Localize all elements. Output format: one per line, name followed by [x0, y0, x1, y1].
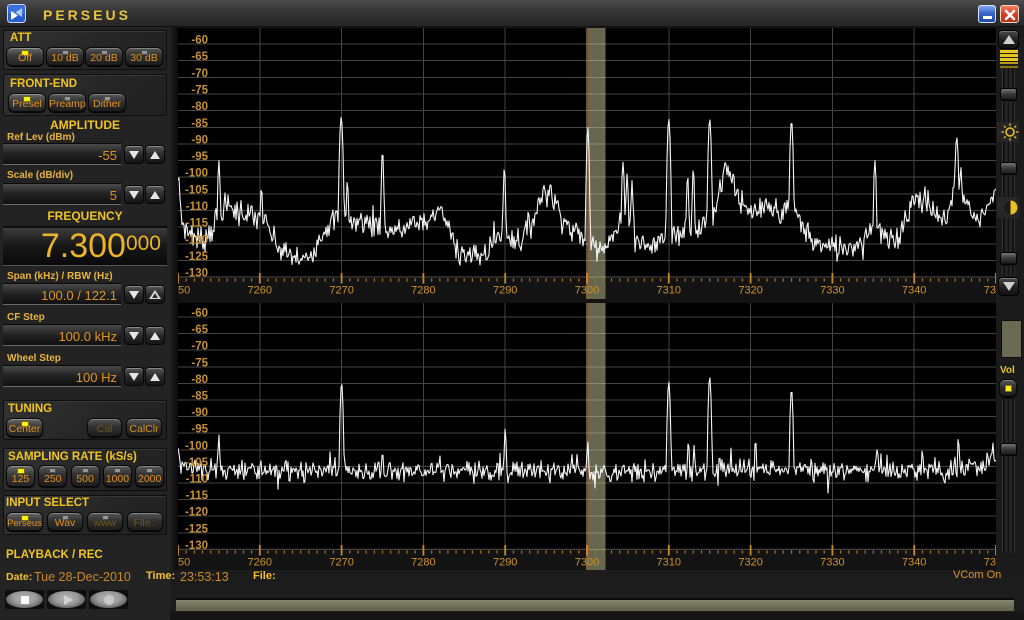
svg-text:7310: 7310	[657, 285, 681, 297]
svg-text:7350: 7350	[984, 557, 996, 569]
svg-text:7280: 7280	[411, 557, 435, 569]
svg-text:7290: 7290	[493, 285, 517, 297]
svg-text:7300: 7300	[575, 285, 599, 297]
svg-text:7310: 7310	[657, 557, 681, 569]
svg-text:7280: 7280	[411, 285, 435, 297]
svg-text:-85: -85	[191, 391, 208, 403]
svg-text:-60: -60	[191, 308, 208, 320]
svg-text:-95: -95	[191, 424, 208, 436]
svg-text:-60: -60	[191, 35, 208, 47]
svg-text:7340: 7340	[902, 557, 926, 569]
svg-text:7250: 7250	[178, 557, 190, 569]
svg-text:7260: 7260	[248, 557, 272, 569]
svg-text:-115: -115	[186, 490, 209, 502]
svg-text:-110: -110	[186, 474, 208, 486]
svg-text:7260: 7260	[248, 285, 272, 297]
svg-text:-65: -65	[191, 51, 208, 63]
svg-text:-65: -65	[191, 324, 208, 336]
svg-text:-125: -125	[185, 251, 209, 263]
svg-text:7330: 7330	[820, 285, 844, 297]
svg-text:-90: -90	[191, 407, 208, 419]
svg-text:-95: -95	[191, 151, 208, 163]
svg-text:-120: -120	[185, 234, 208, 246]
svg-text:-70: -70	[191, 68, 208, 80]
svg-text:7290: 7290	[493, 557, 517, 569]
svg-text:-100: -100	[185, 168, 208, 180]
svg-text:7270: 7270	[329, 557, 353, 569]
svg-text:-120: -120	[185, 507, 208, 519]
svg-text:-130: -130	[185, 540, 208, 552]
svg-text:-80: -80	[191, 374, 208, 386]
svg-text:7320: 7320	[738, 557, 762, 569]
svg-text:-115: -115	[186, 218, 209, 230]
svg-text:7330: 7330	[820, 557, 844, 569]
svg-text:-105: -105	[185, 457, 209, 469]
svg-text:7340: 7340	[902, 285, 926, 297]
svg-text:-110: -110	[186, 201, 208, 213]
svg-text:7320: 7320	[738, 285, 762, 297]
svg-text:-125: -125	[185, 523, 209, 535]
svg-text:-100: -100	[185, 440, 208, 452]
svg-text:-75: -75	[191, 84, 208, 96]
svg-text:7270: 7270	[329, 285, 353, 297]
svg-text:-75: -75	[191, 357, 208, 369]
svg-text:7350: 7350	[984, 285, 996, 297]
svg-text:-90: -90	[191, 134, 208, 146]
svg-text:-130: -130	[185, 268, 208, 280]
svg-text:-70: -70	[191, 341, 208, 353]
svg-text:-85: -85	[191, 118, 208, 130]
svg-text:-105: -105	[185, 184, 209, 196]
svg-text:7300: 7300	[575, 557, 599, 569]
svg-text:7250: 7250	[178, 285, 190, 297]
svg-text:-80: -80	[191, 101, 208, 113]
